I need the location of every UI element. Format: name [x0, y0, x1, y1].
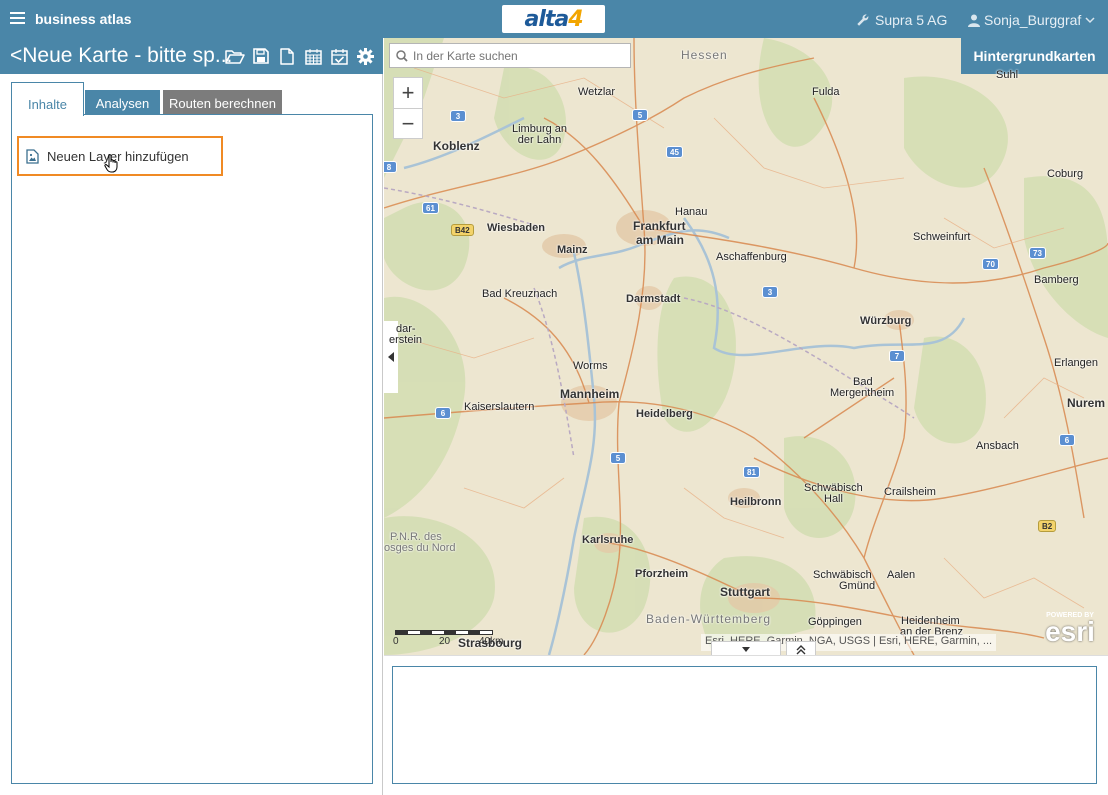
- save-icon[interactable]: [251, 46, 271, 66]
- esri-logo: POWERED BY esri: [1045, 612, 1095, 647]
- map-view[interactable]: Hintergrundkarten + − Hessen Suhl Wetzla…: [384, 38, 1108, 655]
- road-shield: 61: [422, 202, 439, 214]
- map-label-city: erstein: [389, 334, 423, 346]
- organization-menu[interactable]: Supra 5 AG: [856, 12, 947, 28]
- map-label-city: Mannheim: [560, 387, 620, 401]
- double-chevron-up-icon: [796, 644, 806, 654]
- gear-icon[interactable]: [355, 46, 375, 66]
- map-label-city: Mergentheim: [830, 387, 895, 399]
- map-label-city: Bamberg: [1034, 274, 1079, 286]
- top-bar: business atlas alta4 Supra 5 AG Sonja_Bu…: [0, 0, 1108, 38]
- calendar-check-icon[interactable]: [329, 46, 349, 66]
- map-label-city: Pforzheim: [635, 568, 689, 580]
- tab-routen-berechnen[interactable]: Routen berechnen: [163, 90, 282, 114]
- app-brand: business atlas: [35, 11, 132, 27]
- map-label-city: Erlangen: [1054, 357, 1099, 369]
- map-label-city: Würzburg: [860, 315, 912, 327]
- map-label-region: Hessen: [681, 48, 728, 62]
- caret-down-icon: [742, 647, 750, 652]
- zoom-in-button[interactable]: +: [394, 78, 422, 108]
- search-input[interactable]: [413, 48, 623, 63]
- tab-inhalte[interactable]: Inhalte: [11, 82, 84, 116]
- zoom-control: + −: [393, 77, 423, 139]
- user-icon: [968, 14, 980, 27]
- left-panel: Inhalte Analysen Routen berechnen Neuen …: [0, 74, 383, 795]
- zoom-out-button[interactable]: −: [394, 108, 422, 138]
- maximize-drawer-button[interactable]: [786, 641, 816, 655]
- calendar-icon[interactable]: [303, 46, 323, 66]
- road-shield: 7: [889, 350, 905, 362]
- map-label-city: Crailsheim: [884, 486, 936, 498]
- map-toolbar: [225, 46, 375, 66]
- map-label-city: Hall: [824, 493, 843, 505]
- map-label-city: Coburg: [1047, 168, 1084, 180]
- road-shield: B2: [1038, 520, 1057, 532]
- road-shield: 5: [610, 452, 626, 464]
- new-file-icon[interactable]: [277, 46, 297, 66]
- map-label-city: Heilbronn: [730, 496, 782, 508]
- image-file-icon: [26, 148, 39, 164]
- map-label-city: Stuttgart: [720, 585, 770, 599]
- map-label-city: Gmünd: [839, 580, 876, 592]
- map-label-city: Göppingen: [808, 616, 862, 628]
- map-label-city: Bad Kreuznach: [482, 288, 558, 300]
- scale-bar: 0 20 40km: [393, 630, 503, 647]
- map-label-city: Mainz: [557, 244, 588, 256]
- map-label-city: Nurem: [1067, 396, 1106, 410]
- menu-icon[interactable]: [10, 12, 25, 24]
- map-label-park: osges du Nord: [384, 542, 456, 554]
- map-label-city: Hanau: [675, 206, 708, 218]
- road-shield: B42: [451, 224, 474, 236]
- map-label-city: Koblenz: [433, 139, 480, 153]
- map-label-city: Fulda: [812, 86, 840, 98]
- road-shield: 70: [982, 258, 999, 270]
- alta4-logo: alta4: [502, 5, 605, 33]
- map-title-bar: <Neue Karte - bitte sp...: [0, 38, 383, 74]
- organization-name: Supra 5 AG: [875, 12, 948, 28]
- map-label-city: Frankfurt: [633, 219, 686, 233]
- road-shield: 73: [1029, 247, 1046, 259]
- road-shield: 8: [384, 161, 397, 173]
- map-label-city: Heidelberg: [636, 408, 693, 420]
- map-label-city: Aalen: [887, 569, 916, 581]
- road-shield: 5: [632, 109, 648, 121]
- map-label-region: Baden-Württemberg: [646, 612, 772, 626]
- bottom-content-box: [392, 666, 1097, 784]
- map-label-city: Ansbach: [976, 440, 1019, 452]
- chevron-down-icon: [1085, 17, 1095, 24]
- map-label-city: Aschaffenburg: [716, 251, 787, 263]
- search-icon: [396, 49, 408, 62]
- map-label-city: Limburg an der Lahn: [512, 123, 568, 146]
- map-canvas: [384, 38, 1108, 655]
- tab-analysen[interactable]: Analysen: [85, 90, 160, 114]
- map-search[interactable]: [389, 43, 631, 68]
- map-label-city: Wiesbaden: [487, 222, 545, 234]
- road-shield: 6: [1059, 434, 1075, 446]
- road-shield: 3: [450, 110, 466, 122]
- map-label-city: Darmstadt: [626, 293, 681, 305]
- expand-drawer-button[interactable]: [711, 641, 781, 655]
- map-label-city: Suhl: [996, 69, 1019, 81]
- road-shield: 81: [743, 466, 760, 478]
- caret-left-icon: [388, 352, 394, 362]
- road-shield: 6: [435, 407, 451, 419]
- contents-panel: Neuen Layer hinzufügen: [11, 114, 373, 784]
- map-label-city: am Main: [636, 233, 685, 247]
- map-label-city: Kaiserslautern: [464, 401, 535, 413]
- map-label-city: Worms: [573, 360, 608, 372]
- folder-open-icon[interactable]: [225, 46, 245, 66]
- user-menu[interactable]: Sonja_Burggraf: [968, 12, 1095, 28]
- road-shield: 3: [762, 286, 778, 298]
- add-layer-button[interactable]: Neuen Layer hinzufügen: [17, 136, 223, 176]
- wrench-icon: [857, 14, 869, 26]
- road-shield: 45: [666, 146, 683, 158]
- map-label-city: Wetzlar: [578, 86, 616, 98]
- bottom-panel: [384, 655, 1108, 795]
- hand-cursor-icon: [104, 154, 118, 173]
- map-label-city: Karlsruhe: [582, 534, 634, 546]
- basemaps-button[interactable]: Hintergrundkarten: [961, 38, 1108, 74]
- map-label-city: Schweinfurt: [913, 231, 971, 243]
- map-title[interactable]: <Neue Karte - bitte sp...: [10, 44, 232, 68]
- user-name: Sonja_Burggraf: [984, 12, 1082, 28]
